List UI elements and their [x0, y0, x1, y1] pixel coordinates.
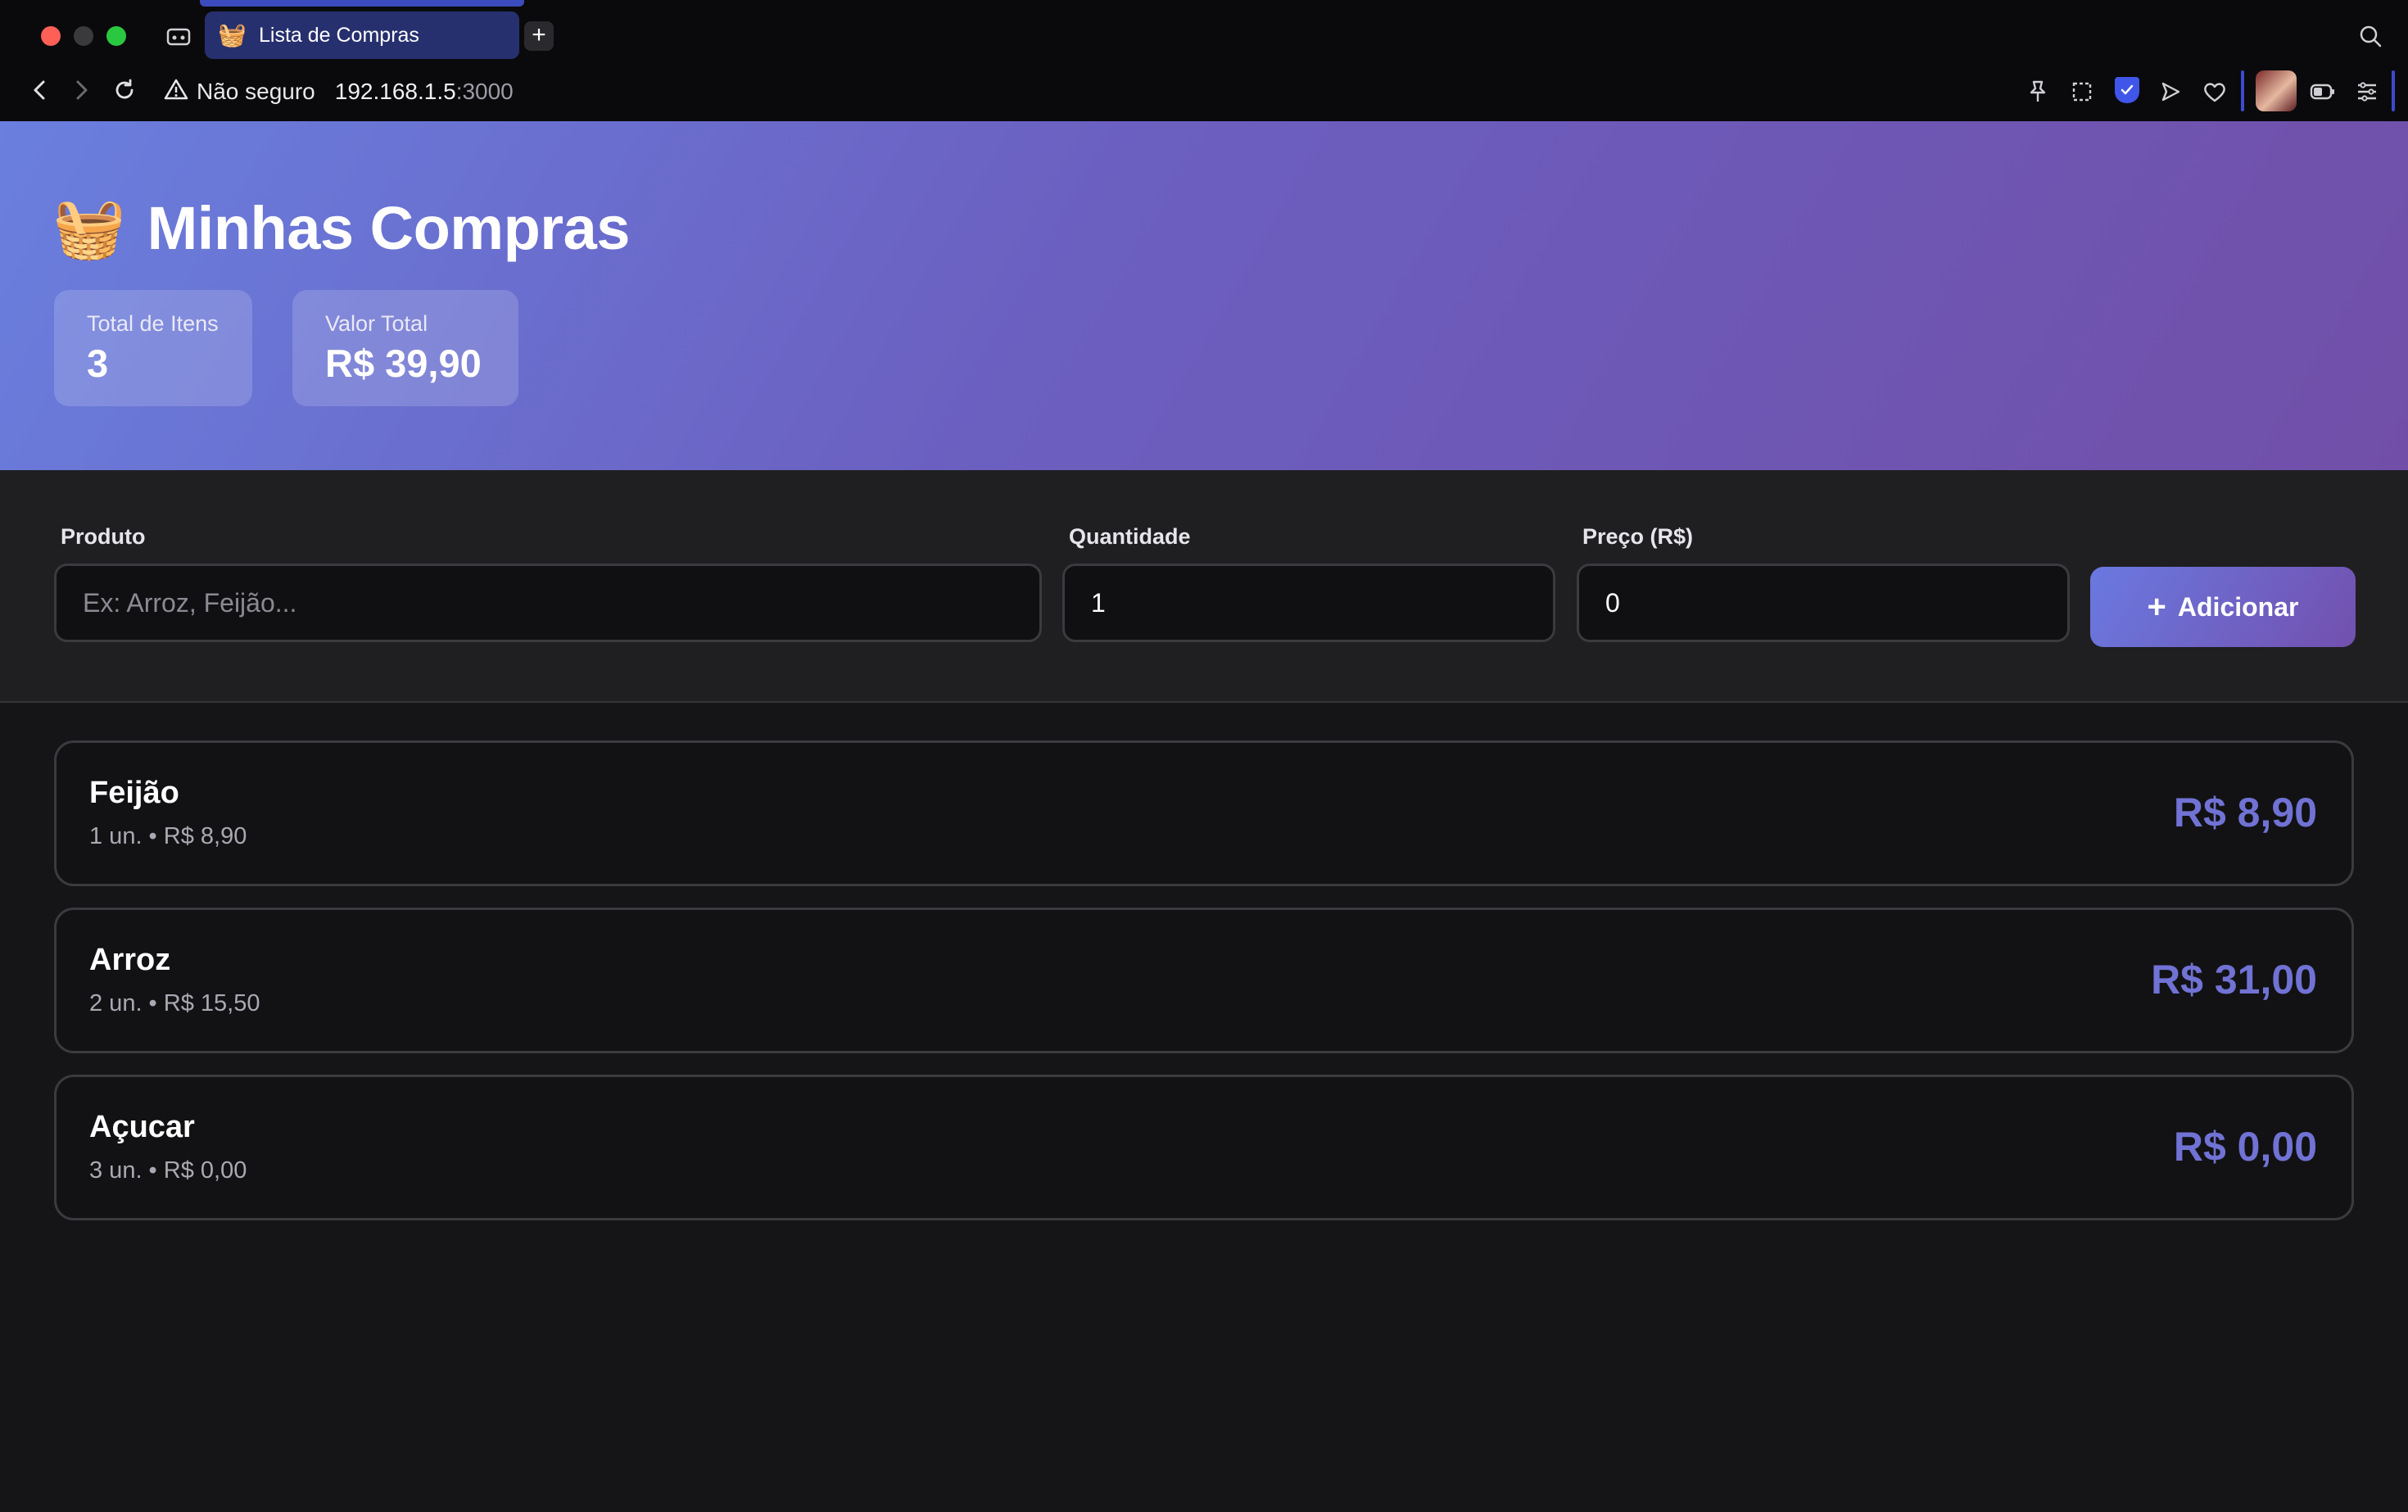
quantity-label: Quantidade	[1069, 524, 1191, 549]
tab-indicator	[200, 0, 524, 7]
sidebar-icon[interactable]	[164, 25, 193, 49]
send-icon[interactable]	[2156, 77, 2185, 106]
item-detail: 2 un. • R$ 15,50	[89, 990, 260, 1016]
tab-lista-de-compras[interactable]: 🧺 Lista de Compras	[205, 11, 519, 59]
forward-icon[interactable]	[67, 75, 97, 105]
quantity-input[interactable]	[1062, 564, 1555, 642]
add-button[interactable]: + Adicionar	[2090, 567, 2356, 647]
browser-chrome: 🧺 Lista de Compras + Não seguro 192.168.…	[0, 0, 2408, 121]
product-input[interactable]	[54, 564, 1042, 642]
tab-title: Lista de Compras	[259, 23, 419, 47]
pin-icon[interactable]	[2023, 77, 2053, 106]
basket-icon: 🧺	[218, 22, 247, 48]
add-item-form: Produto Quantidade Preço (R$) + Adiciona…	[0, 470, 2408, 703]
url-host: 192.168.1.5	[334, 79, 456, 104]
plus-icon: +	[2147, 589, 2166, 625]
window-minimize-button[interactable]	[74, 26, 93, 46]
bitwarden-shield-icon[interactable]	[2115, 77, 2139, 103]
warning-icon	[164, 78, 188, 106]
item-detail: 1 un. • R$ 8,90	[89, 823, 247, 849]
reload-icon[interactable]	[110, 75, 139, 105]
toolbar-divider	[2241, 70, 2244, 111]
basket-icon: 🧺	[52, 195, 126, 261]
stat-total-items-value: 3	[87, 342, 109, 385]
item-name: Arroz	[89, 943, 171, 977]
stat-total-value-label: Valor Total	[325, 311, 428, 336]
screenshot-icon[interactable]	[2067, 77, 2097, 106]
list-item[interactable]: Arroz 2 un. • R$ 15,50 R$ 31,00	[54, 908, 2354, 1053]
page-title: 🧺 Minhas Compras	[52, 193, 630, 263]
window-maximize-button[interactable]	[106, 26, 126, 46]
window-close-button[interactable]	[41, 26, 61, 46]
avatar[interactable]	[2256, 70, 2297, 111]
stat-total-items-label: Total de Itens	[87, 311, 219, 336]
new-tab-button[interactable]: +	[524, 21, 554, 51]
menu-icon[interactable]	[2352, 77, 2382, 106]
item-name: Feijão	[89, 776, 179, 810]
app-header: 🧺 Minhas Compras Total de Itens 3 Valor …	[0, 121, 2408, 470]
item-name: Açucar	[89, 1110, 195, 1144]
address-bar[interactable]: Não seguro 192.168.1.5:3000	[164, 75, 514, 108]
search-icon[interactable]	[2356, 21, 2385, 51]
url-port: :3000	[455, 79, 514, 104]
security-warning-text: Não seguro	[197, 79, 315, 104]
toolbar-divider	[2392, 70, 2395, 111]
stat-total-value-value: R$ 39,90	[325, 342, 482, 385]
list-item[interactable]: Açucar 3 un. • R$ 0,00 R$ 0,00	[54, 1075, 2354, 1220]
price-input[interactable]	[1577, 564, 2070, 642]
battery-icon[interactable]	[2308, 77, 2338, 106]
stat-total-value: Valor Total R$ 39,90	[292, 290, 518, 406]
stat-total-items: Total de Itens 3	[54, 290, 252, 406]
heart-icon[interactable]	[2200, 77, 2229, 106]
item-total: R$ 8,90	[2173, 790, 2317, 835]
price-label: Preço (R$)	[1582, 524, 1694, 549]
add-button-label: Adicionar	[2177, 591, 2299, 622]
item-total: R$ 0,00	[2173, 1124, 2317, 1170]
page-title-text: Minhas Compras	[147, 194, 631, 262]
product-label: Produto	[61, 524, 146, 549]
back-icon[interactable]	[25, 75, 54, 105]
item-total: R$ 31,00	[2151, 957, 2317, 1003]
item-detail: 3 un. • R$ 0,00	[89, 1157, 247, 1184]
list-item[interactable]: Feijão 1 un. • R$ 8,90 R$ 8,90	[54, 740, 2354, 886]
